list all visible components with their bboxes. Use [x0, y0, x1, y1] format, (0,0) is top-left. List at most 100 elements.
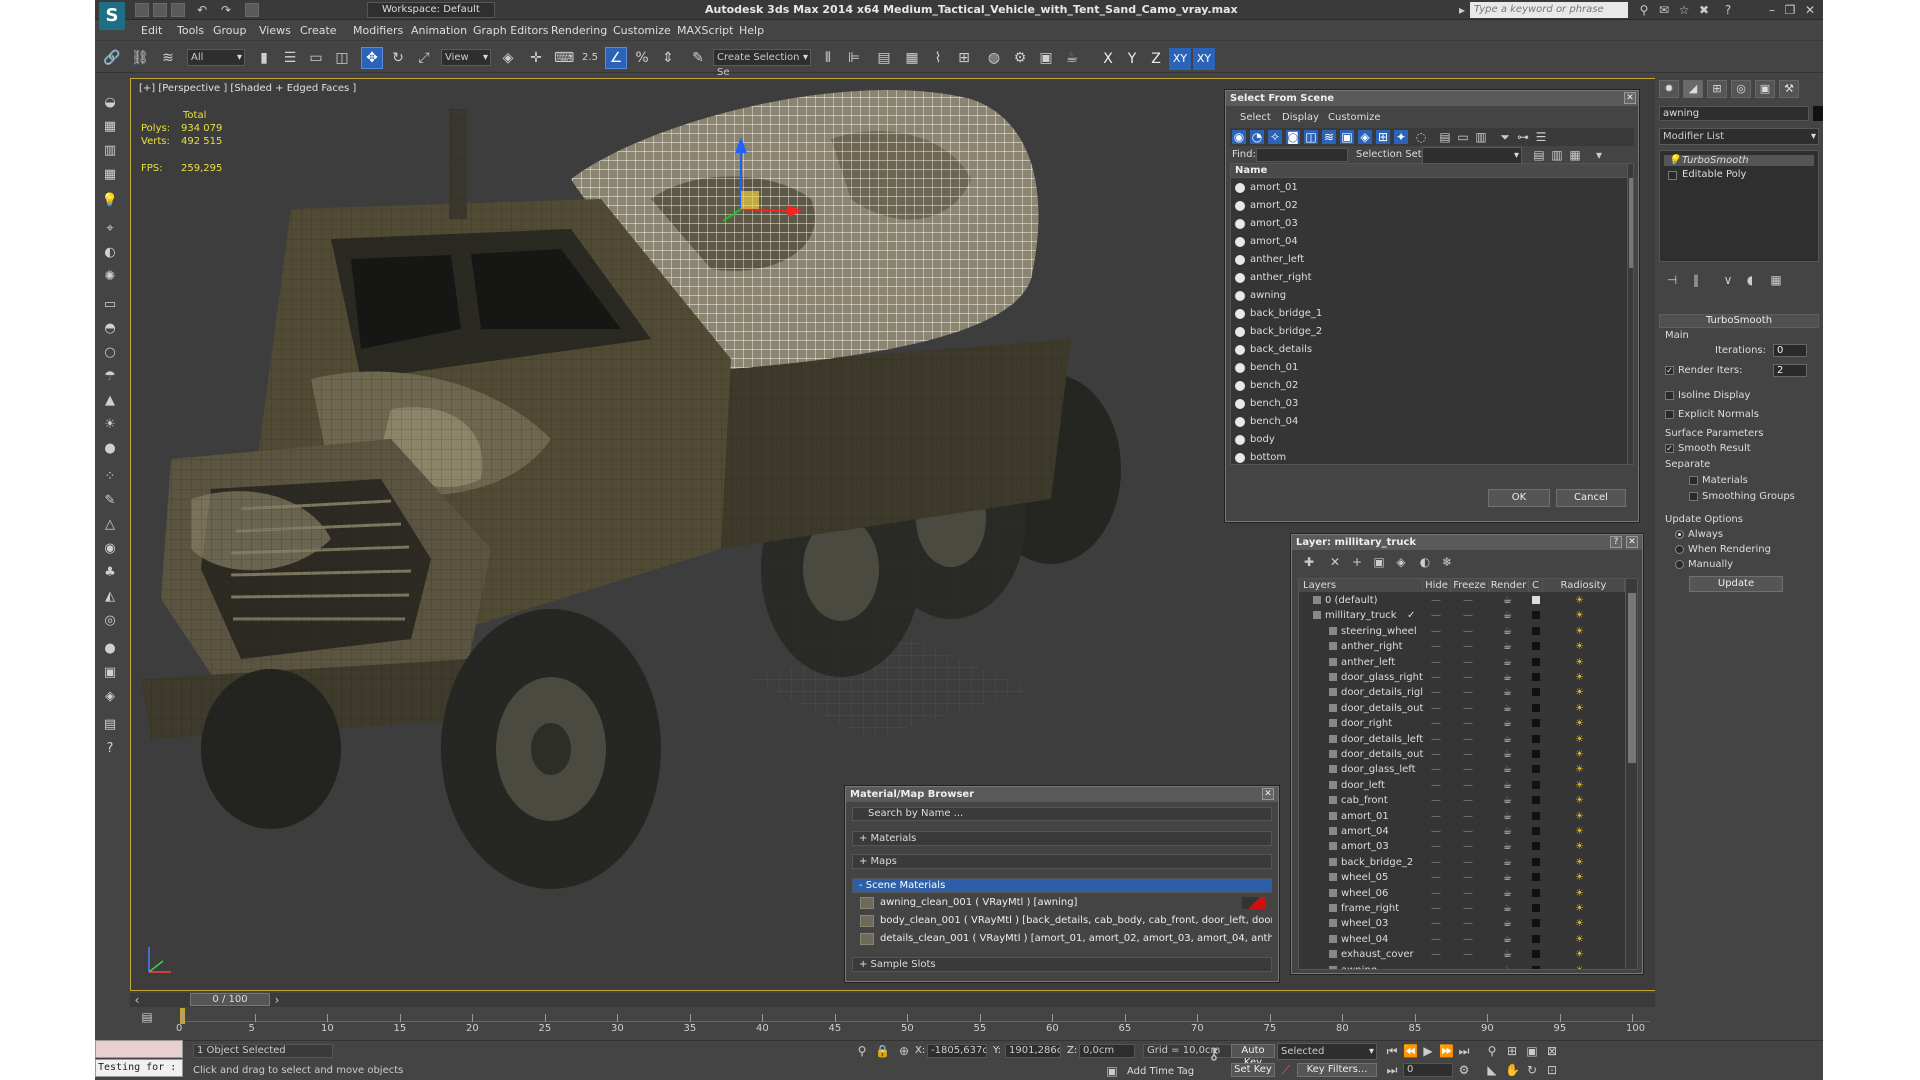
- go-to-end-icon[interactable]: ⏭: [1457, 1044, 1471, 1058]
- freeze-toggle-icon[interactable]: —: [1463, 685, 1473, 700]
- hide-toggle-icon[interactable]: —: [1431, 963, 1441, 969]
- layer-color-swatch[interactable]: [1532, 734, 1540, 743]
- menu-create[interactable]: Create: [300, 24, 337, 37]
- maxscript-listener-input[interactable]: [95, 1040, 183, 1058]
- freeze-toggle-icon[interactable]: —: [1463, 701, 1473, 716]
- hide-toggle-icon[interactable]: —: [1431, 793, 1441, 808]
- spinner-snap-icon[interactable]: ⇕: [657, 47, 679, 69]
- modify-icon[interactable]: ▤: [101, 716, 119, 734]
- col-radiosity[interactable]: Radiosity: [1543, 579, 1625, 592]
- freeze-toggle-icon[interactable]: —: [1463, 716, 1473, 731]
- bind-space-warp-icon[interactable]: ≋: [157, 47, 179, 69]
- add-time-tag[interactable]: Add Time Tag: [1127, 1066, 1194, 1077]
- table-row[interactable]: amort_03 — — ☕ ☀: [1299, 839, 1619, 854]
- filter-none-icon[interactable]: ◌: [1414, 130, 1428, 144]
- edit-named-selection-icon[interactable]: ✎: [687, 47, 709, 69]
- table-row[interactable]: awning — — ☕ ☀: [1299, 963, 1619, 969]
- hide-toggle-icon[interactable]: —: [1431, 701, 1441, 716]
- render-toggle-icon[interactable]: ☕: [1503, 778, 1512, 793]
- freeze-toggle-icon[interactable]: —: [1463, 963, 1473, 969]
- section-materials[interactable]: + Materials: [852, 831, 1272, 846]
- layer-scrollbar[interactable]: [1625, 579, 1637, 969]
- table-row[interactable]: door_right — — ☕ ☀: [1299, 716, 1619, 731]
- radiosity-toggle-icon[interactable]: ☀: [1575, 870, 1584, 885]
- stack-item-turbosmooth[interactable]: 💡 TurboSmooth: [1664, 155, 1814, 166]
- render-toggle-icon[interactable]: ☕: [1503, 916, 1512, 931]
- skylight-icon[interactable]: ☂: [101, 368, 119, 386]
- ref-coord-dropdown[interactable]: View: [441, 49, 491, 66]
- time-slider-thumb[interactable]: 0 / 100: [190, 993, 270, 1006]
- render-toggle-icon[interactable]: ☕: [1503, 608, 1512, 623]
- freeze-toggle-icon[interactable]: —: [1463, 839, 1473, 854]
- material-browser-title[interactable]: Material/Map Browser: [846, 787, 1278, 802]
- layer-color-swatch[interactable]: [1532, 611, 1540, 620]
- layer-manager-icon[interactable]: ▤: [873, 47, 895, 69]
- sfs-scroll-thumb[interactable]: [1629, 178, 1633, 268]
- filter-xrefs-icon[interactable]: ◈: [1358, 130, 1372, 144]
- group-icon[interactable]: ▣: [101, 664, 119, 682]
- table-row[interactable]: anther_left — — ☕ ☀: [1299, 655, 1619, 670]
- explicit-normals-row[interactable]: Explicit Normals: [1665, 409, 1759, 420]
- zoom-icon[interactable]: ⚲: [1485, 1044, 1499, 1058]
- list-item[interactable]: back_bridge_2: [1231, 323, 1627, 341]
- project-folder-icon[interactable]: [245, 3, 259, 17]
- maximize-viewport-icon[interactable]: ⊡: [1545, 1063, 1559, 1077]
- make-unique-icon[interactable]: ∨: [1721, 273, 1735, 287]
- radiosity-toggle-icon[interactable]: ☀: [1575, 593, 1584, 608]
- hide-toggle-icon[interactable]: —: [1431, 778, 1441, 793]
- graphite-toolbar-icon[interactable]: ▦: [901, 47, 923, 69]
- table-row[interactable]: door_details_rigl — — ☕ ☀: [1299, 685, 1619, 700]
- mini-curve-editor-icon[interactable]: ▤: [140, 1010, 154, 1024]
- x-coordinate-field[interactable]: -1805,637c: [927, 1044, 987, 1058]
- list-item[interactable]: anther_right: [1231, 269, 1627, 287]
- particles-icon[interactable]: ⁘: [101, 468, 119, 486]
- zoom-all-icon[interactable]: ⊞: [1505, 1044, 1519, 1058]
- freeze-toggle-icon[interactable]: —: [1463, 732, 1473, 747]
- keyboard-shortcut-icon[interactable]: ⌨: [553, 47, 575, 69]
- hide-toggle-icon[interactable]: —: [1431, 824, 1441, 839]
- display-tab-icon[interactable]: ▣: [1755, 80, 1775, 98]
- layer-color-swatch[interactable]: [1532, 919, 1540, 928]
- table-row[interactable]: exhaust_cover — — ☕ ☀: [1299, 947, 1619, 962]
- key-set-dropdown[interactable]: Selected: [1277, 1043, 1377, 1060]
- render-toggle-icon[interactable]: ☕: [1503, 639, 1512, 654]
- hide-toggle-icon[interactable]: —: [1431, 870, 1441, 885]
- update-manually-row[interactable]: Manually: [1675, 559, 1733, 570]
- hide-toggle-icon[interactable]: —: [1431, 932, 1441, 947]
- axis-y-button[interactable]: Y: [1121, 48, 1143, 70]
- radiosity-toggle-icon[interactable]: ☀: [1575, 809, 1584, 824]
- restore-icon[interactable]: ❐: [1783, 3, 1797, 17]
- current-layer-check-icon[interactable]: ✓: [1407, 608, 1415, 623]
- select-scale-icon[interactable]: ⤢: [413, 47, 435, 69]
- material-item[interactable]: awning_clean_001 ( VRayMtl ) [awning]: [858, 895, 1272, 911]
- sfs-cancel-button[interactable]: Cancel: [1556, 489, 1626, 507]
- filter-lights-icon[interactable]: ✧: [1268, 130, 1282, 144]
- layer-color-swatch[interactable]: [1532, 873, 1540, 882]
- hide-toggle-icon[interactable]: —: [1431, 670, 1441, 685]
- table-row[interactable]: frame_right — — ☕ ☀: [1299, 901, 1619, 916]
- time-slider[interactable]: ‹ 0 / 100 ›: [130, 993, 1655, 1007]
- show-end-result-icon[interactable]: ‖: [1689, 273, 1703, 287]
- close-icon[interactable]: ✕: [1803, 3, 1817, 17]
- play-icon[interactable]: ▶: [1421, 1044, 1435, 1058]
- manipulate-icon[interactable]: ✛: [525, 47, 547, 69]
- cloth-icon[interactable]: ◭: [101, 588, 119, 606]
- layer-color-swatch[interactable]: [1532, 673, 1540, 681]
- sfs-selection-set-dropdown[interactable]: [1422, 147, 1522, 164]
- table-row[interactable]: door_glass_right — — ☕ ☀: [1299, 670, 1619, 685]
- hide-toggle-icon[interactable]: —: [1431, 839, 1441, 854]
- pivot-center-icon[interactable]: ◈: [497, 47, 519, 69]
- separate-materials-row[interactable]: Materials: [1689, 475, 1748, 486]
- menu-tools[interactable]: Tools: [177, 24, 204, 37]
- material-browser-close-icon[interactable]: ✕: [1262, 788, 1274, 800]
- radiosity-toggle-icon[interactable]: ☀: [1575, 732, 1584, 747]
- layer-color-swatch[interactable]: [1532, 904, 1540, 912]
- render-iters-row[interactable]: ✓ Render Iters:: [1665, 365, 1743, 376]
- favorites-icon[interactable]: ☆: [1677, 3, 1691, 17]
- layer-color-swatch[interactable]: [1532, 642, 1540, 651]
- delete-layer-icon[interactable]: ✕: [1328, 555, 1342, 569]
- list-item[interactable]: bottom: [1231, 449, 1627, 464]
- radiosity-toggle-icon[interactable]: ☀: [1575, 655, 1584, 670]
- table-row[interactable]: door_details_out — — ☕ ☀: [1299, 701, 1619, 716]
- subscription-icon[interactable]: ✉: [1657, 3, 1671, 17]
